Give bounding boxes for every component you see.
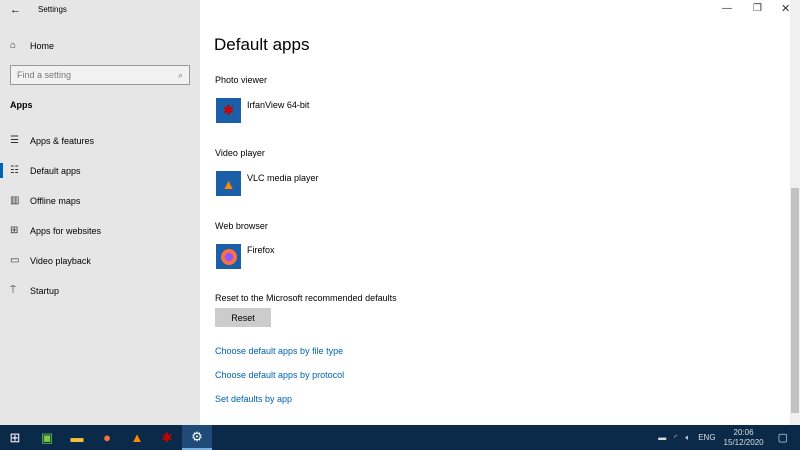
sidebar-item-startup[interactable]: ⍑ Startup: [10, 285, 59, 296]
search-icon: ⌕: [177, 69, 183, 80]
sidebar: ← Settings ⌂ Home Find a setting ⌕ Apps ☰ A…: [0, 0, 200, 425]
home-icon: ⌂: [10, 40, 17, 51]
network-icon[interactable]: ◜: [674, 433, 677, 442]
sidebar-item-video-playback[interactable]: ▭ Video playback: [10, 255, 91, 266]
irfanview-icon[interactable]: ✱: [216, 98, 241, 123]
file-explorer-icon[interactable]: ▬: [62, 425, 92, 450]
clock[interactable]: 20:06 15/12/2020: [724, 428, 764, 448]
video-player-label: Video player: [215, 148, 265, 158]
settings-taskbar-icon[interactable]: ⚙: [182, 425, 212, 450]
websites-icon: ⊞: [10, 225, 19, 236]
language-indicator[interactable]: ENG: [698, 433, 715, 442]
battery-icon[interactable]: ▬: [658, 433, 666, 442]
firefox-icon[interactable]: [216, 244, 241, 269]
start-button[interactable]: ⊞: [0, 425, 30, 450]
time: 20:06: [733, 427, 754, 437]
video-icon: ▭: [10, 255, 20, 266]
file-type-link[interactable]: Choose default apps by file type: [215, 346, 343, 356]
reset-label: Reset to the Microsoft recommended defau…: [215, 293, 397, 303]
taskbar-app-icon[interactable]: ▣: [32, 425, 62, 450]
selected-indicator: [0, 163, 3, 178]
search-placeholder: Find a setting: [17, 70, 72, 80]
scrollbar[interactable]: [790, 0, 800, 425]
sidebar-item-apps-features[interactable]: ☰ Apps & features: [10, 135, 94, 146]
sidebar-item-offline-maps[interactable]: ▥ Offline maps: [10, 195, 80, 206]
label: Apps for websites: [30, 225, 102, 236]
startup-icon: ⍑: [10, 285, 16, 296]
taskbar: ⊞ ▣ ▬ ● ▲ ✱ ⚙ ▬ ◜ 🔈︎ ENG 20:06 15/12/2020…: [0, 425, 800, 450]
section-heading: Apps: [10, 100, 33, 110]
volume-icon[interactable]: 🔈︎: [685, 433, 690, 443]
back-button[interactable]: ←: [10, 4, 21, 16]
label: Default apps: [30, 165, 81, 176]
label: Video playback: [30, 255, 91, 266]
sidebar-item-default-apps[interactable]: ☷ Default apps: [10, 165, 81, 176]
label: Startup: [30, 285, 60, 296]
irfanview-taskbar-icon[interactable]: ✱: [152, 425, 182, 450]
scrollbar-thumb[interactable]: [791, 188, 799, 413]
firefox-taskbar-icon[interactable]: ●: [92, 425, 122, 450]
video-player-app[interactable]: VLC media player: [247, 173, 319, 183]
window-title: Settings: [38, 5, 67, 14]
sidebar-item-apps-for-websites[interactable]: ⊞ Apps for websites: [10, 225, 101, 236]
vlc-taskbar-icon[interactable]: ▲: [122, 425, 152, 450]
label: Offline maps: [30, 195, 81, 206]
web-browser-app[interactable]: Firefox: [247, 245, 275, 255]
date: 15/12/2020: [723, 437, 764, 447]
vlc-icon[interactable]: ▲: [216, 171, 241, 196]
notifications-icon[interactable]: ▢: [778, 431, 788, 444]
close-button[interactable]: ✕: [781, 2, 790, 15]
restore-button[interactable]: ❐: [753, 3, 762, 14]
protocol-link[interactable]: Choose default apps by protocol: [215, 370, 344, 380]
minimize-button[interactable]: —: [722, 3, 732, 14]
photo-viewer-label: Photo viewer: [215, 75, 268, 85]
label: Apps & features: [30, 135, 95, 146]
set-defaults-link[interactable]: Set defaults by app: [215, 394, 292, 404]
default-apps-icon: ☷: [10, 165, 19, 176]
web-browser-label: Web browser: [215, 221, 268, 231]
main-content: — ❐ ✕ Default apps Photo viewer ✱ IrfanV…: [200, 0, 800, 425]
sidebar-item-home[interactable]: ⌂ Home: [10, 40, 54, 51]
home-label: Home: [30, 40, 55, 51]
page-title: Default apps: [214, 35, 310, 54]
photo-viewer-app[interactable]: IrfanView 64-bit: [247, 100, 309, 110]
search-input[interactable]: Find a setting ⌕: [10, 65, 190, 85]
map-icon: ▥: [10, 195, 20, 206]
list-icon: ☰: [10, 135, 19, 146]
reset-button[interactable]: Reset: [215, 308, 271, 327]
system-tray: ▬ ◜ 🔈︎ ENG 20:06 15/12/2020 ▢: [658, 425, 800, 450]
